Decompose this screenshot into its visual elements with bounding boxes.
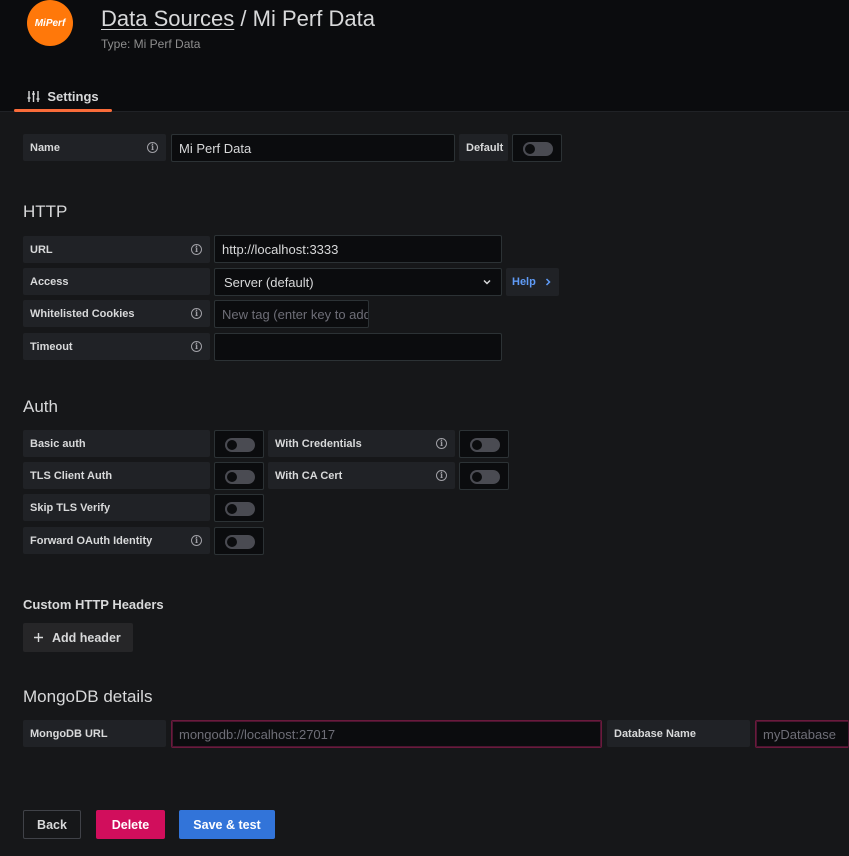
- logo-text: MiPerf: [34, 17, 66, 29]
- timeout-input[interactable]: [214, 333, 502, 361]
- tls-client-auth-toggle[interactable]: [225, 470, 255, 484]
- datasource-logo: MiPerf: [27, 0, 73, 46]
- add-header-label: Add header: [52, 630, 121, 645]
- url-label-text: URL: [30, 243, 53, 256]
- page-title: Data Sources / Mi Perf Data: [101, 6, 375, 32]
- database-name-label: Database Name: [607, 720, 750, 747]
- tls-client-auth-label: TLS Client Auth: [23, 462, 210, 489]
- page-subtitle: Type: Mi Perf Data: [101, 37, 201, 51]
- mongodb-url-input[interactable]: mongodb://localhost:27017: [171, 720, 602, 748]
- mongodb-url-label: MongoDB URL: [23, 720, 166, 747]
- name-label: Name i: [23, 134, 166, 161]
- page-header: MiPerf Data Sources / Mi Perf Data Type:…: [0, 0, 849, 112]
- with-credentials-label: With Credentials i: [268, 430, 455, 457]
- http-heading: HTTP: [23, 202, 68, 221]
- access-select[interactable]: Server (default): [214, 268, 502, 296]
- plus-icon: [34, 633, 43, 642]
- custom-headers-heading: Custom HTTP Headers: [23, 597, 164, 612]
- save-and-test-button[interactable]: Save & test: [179, 810, 275, 839]
- tab-settings[interactable]: Settings: [14, 80, 112, 112]
- default-label: Default: [459, 134, 508, 161]
- timeout-label: Timeout i: [23, 333, 210, 360]
- help-button[interactable]: Help: [506, 268, 559, 296]
- name-label-text: Name: [30, 141, 60, 154]
- auth-heading: Auth: [23, 397, 58, 416]
- datasource-title: Mi Perf Data: [252, 6, 375, 31]
- with-credentials-label-text: With Credentials: [275, 437, 362, 450]
- back-button[interactable]: Back: [23, 810, 81, 839]
- with-ca-cert-toggle-box: [459, 462, 509, 490]
- whitelisted-cookies-label-text: Whitelisted Cookies: [30, 307, 135, 320]
- default-toggle-box: [512, 134, 562, 162]
- default-toggle[interactable]: [523, 142, 553, 156]
- chevron-right-icon: [545, 278, 551, 286]
- with-credentials-toggle-box: [459, 430, 509, 458]
- forward-oauth-toggle[interactable]: [225, 535, 255, 549]
- add-header-button[interactable]: Add header: [23, 623, 133, 652]
- timeout-label-text: Timeout: [30, 340, 73, 353]
- access-label: Access: [23, 268, 210, 295]
- info-icon[interactable]: i: [191, 308, 202, 319]
- breadcrumb-separator: /: [240, 6, 247, 31]
- help-label: Help: [512, 276, 536, 288]
- whitelisted-cookies-input[interactable]: New tag (enter key to add): [214, 300, 369, 328]
- basic-auth-label: Basic auth: [23, 430, 210, 457]
- basic-auth-toggle[interactable]: [225, 438, 255, 452]
- with-ca-cert-label-text: With CA Cert: [275, 469, 343, 482]
- mongodb-heading: MongoDB details: [23, 687, 153, 706]
- info-icon[interactable]: i: [191, 341, 202, 352]
- sliders-icon: [27, 90, 40, 102]
- database-name-input[interactable]: myDatabase: [755, 720, 849, 748]
- tab-settings-label: Settings: [47, 88, 99, 104]
- forward-oauth-label-text: Forward OAuth Identity: [30, 534, 153, 547]
- url-input[interactable]: http://localhost:3333: [214, 235, 502, 263]
- tls-client-auth-toggle-box: [214, 462, 264, 490]
- info-icon[interactable]: i: [436, 438, 447, 449]
- forward-oauth-toggle-box: [214, 527, 264, 555]
- chevron-down-icon: [483, 279, 491, 285]
- with-credentials-toggle[interactable]: [470, 438, 500, 452]
- info-icon[interactable]: i: [436, 470, 447, 481]
- skip-tls-verify-toggle-box: [214, 494, 264, 522]
- whitelisted-cookies-label: Whitelisted Cookies i: [23, 300, 210, 327]
- with-ca-cert-toggle[interactable]: [470, 470, 500, 484]
- skip-tls-verify-label: Skip TLS Verify: [23, 494, 210, 521]
- with-ca-cert-label: With CA Cert i: [268, 462, 455, 489]
- info-icon[interactable]: i: [191, 535, 202, 546]
- basic-auth-toggle-box: [214, 430, 264, 458]
- access-selected-value: Server (default): [224, 274, 314, 290]
- name-input[interactable]: Mi Perf Data: [171, 134, 455, 162]
- url-label: URL i: [23, 236, 210, 263]
- info-icon[interactable]: i: [191, 244, 202, 255]
- info-icon[interactable]: i: [147, 142, 158, 153]
- forward-oauth-label: Forward OAuth Identity i: [23, 527, 210, 554]
- breadcrumb-data-sources-link[interactable]: Data Sources: [101, 6, 234, 31]
- skip-tls-verify-toggle[interactable]: [225, 502, 255, 516]
- delete-button[interactable]: Delete: [96, 810, 165, 839]
